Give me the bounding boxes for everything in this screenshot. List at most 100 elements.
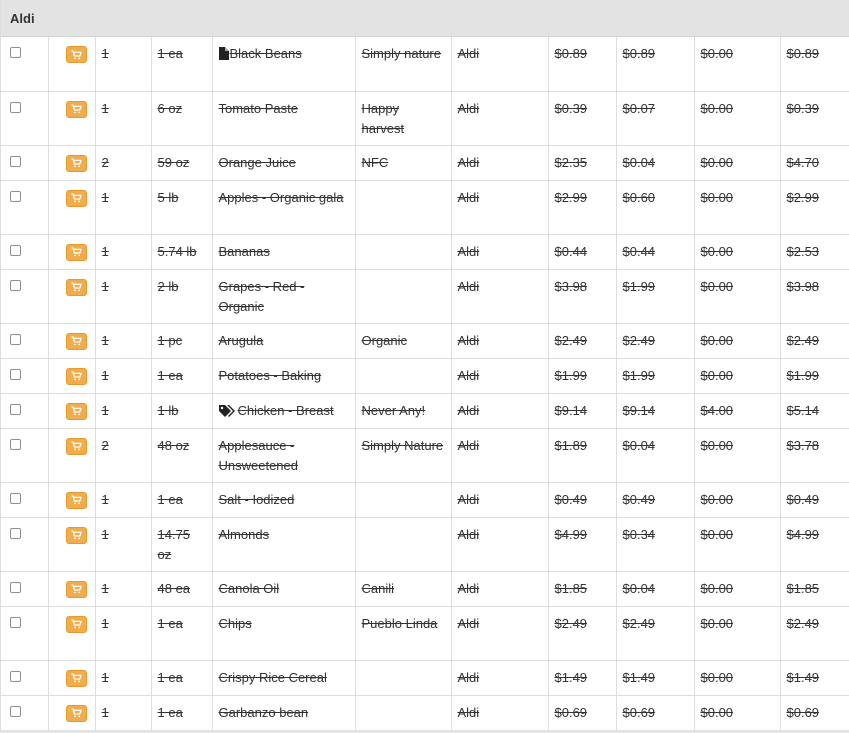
add-to-cart-button[interactable] [65, 491, 87, 509]
item-name[interactable]: Salt - Iodized [219, 492, 295, 507]
cart-icon [71, 193, 82, 203]
list-item-row: 1 1 ea Salt - Iodized Aldi $0.49 $0.49 $0.00 $0… [1, 482, 849, 518]
item-name[interactable]: Bananas [219, 244, 270, 259]
add-to-cart-button[interactable] [65, 526, 87, 544]
unit-price-cell: $1.49 [616, 660, 695, 696]
add-to-cart-button[interactable] [65, 402, 87, 420]
cart-icon [71, 708, 82, 718]
add-to-cart-button[interactable] [65, 100, 87, 118]
quantity-cell: 1 [95, 91, 152, 146]
name-cell[interactable]: Canola Oil [212, 571, 356, 607]
brand-cell [355, 358, 452, 394]
name-cell[interactable]: Crispy Rice Cereal [212, 660, 356, 696]
select-checkbox[interactable] [10, 527, 21, 539]
item-brand: Never Any! [361, 402, 426, 418]
item-name[interactable]: Potatoes - Baking [219, 368, 322, 383]
name-cell[interactable]: Arugula [212, 323, 356, 359]
item-name[interactable]: Chicken - Breast [238, 403, 334, 418]
add-to-cart-button[interactable] [65, 154, 87, 172]
discount-cell: $0.00 [694, 571, 781, 607]
item-discount: $0.00 [700, 189, 734, 205]
item-price: $0.39 [554, 100, 588, 116]
select-checkbox[interactable] [10, 333, 21, 345]
select-checkbox[interactable] [10, 368, 21, 380]
add-to-cart-button[interactable] [65, 367, 87, 385]
item-name[interactable]: Almonds [219, 527, 270, 542]
brand-cell: Never Any! [355, 393, 452, 429]
cart-cell [48, 428, 96, 483]
price-cell: $2.99 [548, 180, 617, 235]
item-unit-price: $1.99 [622, 278, 656, 294]
name-cell[interactable]: Bananas [212, 234, 356, 270]
item-name[interactable]: Apples - Organic gala [219, 190, 344, 205]
name-cell[interactable]: Almonds [212, 517, 356, 572]
select-checkbox[interactable] [10, 403, 21, 415]
item-name[interactable]: Black Beans [230, 46, 302, 61]
select-checkbox[interactable] [10, 616, 21, 628]
name-cell[interactable]: Grapes - Red - Organic [212, 269, 356, 324]
name-cell[interactable]: Salt - Iodized [212, 482, 356, 518]
item-name[interactable]: Crispy Rice Cereal [219, 670, 327, 685]
name-cell[interactable]: Black Beans [212, 37, 356, 92]
select-checkbox[interactable] [10, 279, 21, 291]
brand-cell [355, 695, 452, 730]
select-checkbox[interactable] [10, 190, 21, 202]
store-cell: Aldi [451, 358, 549, 394]
list-item-row: 1 1 ea Potatoes - Baking Aldi $1.99 $1.99 $0.0… [1, 358, 849, 394]
item-name[interactable]: Arugula [219, 333, 264, 348]
item-name[interactable]: Orange Juice [219, 155, 296, 170]
item-brand: Organic [361, 332, 408, 348]
quantity-cell: 1 [95, 571, 152, 607]
select-checkbox[interactable] [10, 244, 21, 256]
item-name[interactable]: Chips [219, 616, 252, 631]
total-cell: $2.49 [780, 323, 849, 359]
add-to-cart-button[interactable] [65, 704, 87, 722]
select-checkbox[interactable] [10, 101, 21, 113]
add-to-cart-button[interactable] [65, 615, 87, 633]
name-cell[interactable]: Orange Juice [212, 145, 356, 181]
add-to-cart-button[interactable] [65, 332, 87, 350]
name-cell[interactable]: Tomato Paste [212, 91, 356, 146]
select-checkbox[interactable] [10, 438, 21, 450]
brand-cell [355, 482, 452, 518]
brand-cell [355, 269, 452, 324]
select-checkbox[interactable] [10, 492, 21, 504]
select-checkbox[interactable] [10, 581, 21, 593]
list-item-row: 2 59 oz Orange Juice NFC Aldi $2.35 $0.04 $0.00… [1, 145, 849, 181]
name-cell[interactable]: Chips [212, 606, 356, 661]
select-checkbox[interactable] [10, 155, 21, 167]
total-cell: $3.98 [780, 269, 849, 324]
item-price: $1.99 [554, 367, 588, 383]
name-cell[interactable]: Garbanzo bean [212, 695, 356, 730]
item-name[interactable]: Tomato Paste [219, 101, 299, 116]
select-checkbox[interactable] [10, 670, 21, 682]
item-name[interactable]: Garbanzo bean [219, 705, 309, 720]
item-name[interactable]: Canola Oil [219, 581, 280, 596]
cart-icon [71, 495, 82, 505]
add-to-cart-button[interactable] [65, 278, 87, 296]
add-to-cart-button[interactable] [65, 189, 87, 207]
name-cell[interactable]: Apples - Organic gala [212, 180, 356, 235]
add-to-cart-button[interactable] [65, 580, 87, 598]
item-name[interactable]: Applesauce - Unsweetened [219, 438, 299, 473]
name-cell[interactable]: Potatoes - Baking [212, 358, 356, 394]
item-discount: $0.00 [700, 100, 734, 116]
quantity-cell: 1 [95, 269, 152, 324]
select-checkbox[interactable] [10, 705, 21, 717]
add-to-cart-button[interactable] [65, 243, 87, 261]
discount-cell: $0.00 [694, 482, 781, 518]
select-checkbox[interactable] [10, 47, 21, 58]
store-cell: Aldi [451, 571, 549, 607]
add-to-cart-button[interactable] [65, 437, 87, 455]
name-cell[interactable]: Applesauce - Unsweetened [212, 428, 356, 483]
add-to-cart-button[interactable] [65, 46, 87, 63]
item-name[interactable]: Grapes - Red - Organic [219, 279, 305, 314]
total-cell: $1.99 [780, 358, 849, 394]
name-cell[interactable]: Chicken - Breast [212, 393, 356, 429]
cart-cell [48, 145, 96, 181]
quantity-cell: 1 [95, 37, 152, 92]
add-to-cart-button[interactable] [65, 669, 87, 687]
cart-cell [48, 571, 96, 607]
total-cell: $1.49 [780, 660, 849, 696]
item-total: $1.85 [786, 580, 820, 596]
